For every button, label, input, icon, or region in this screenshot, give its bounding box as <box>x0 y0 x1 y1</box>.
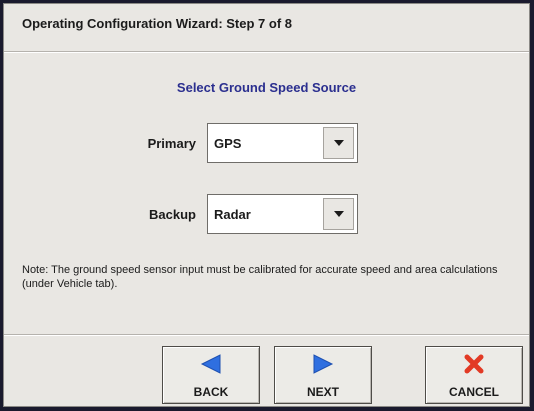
chevron-down-icon[interactable] <box>323 127 354 159</box>
calibration-note: Note: The ground speed sensor input must… <box>22 264 498 290</box>
primary-label: Primary <box>147 136 196 151</box>
chevron-down-icon[interactable] <box>323 198 354 230</box>
next-button[interactable]: NEXT <box>274 346 372 404</box>
window-title: Operating Configuration Wizard: Step 7 o… <box>22 16 292 31</box>
backup-source-row: Backup Radar <box>4 194 529 236</box>
next-button-label: NEXT <box>306 385 339 399</box>
left-arrow-icon <box>163 353 259 380</box>
primary-source-value: GPS <box>214 136 242 151</box>
cancel-button-label: CANCEL <box>449 385 499 399</box>
section-heading: Select Ground Speed Source <box>176 80 357 95</box>
red-x-icon <box>426 353 522 380</box>
back-button[interactable]: BACK <box>162 346 260 404</box>
primary-source-dropdown[interactable]: GPS <box>207 123 358 163</box>
right-arrow-icon <box>275 353 371 380</box>
button-bar-divider <box>4 334 529 336</box>
primary-source-row: Primary GPS <box>4 123 529 165</box>
title-divider <box>4 51 529 53</box>
cancel-button[interactable]: CANCEL <box>425 346 523 404</box>
wizard-window: Operating Configuration Wizard: Step 7 o… <box>3 3 530 407</box>
backup-source-value: Radar <box>214 207 251 222</box>
back-button-label: BACK <box>193 385 229 399</box>
backup-label: Backup <box>149 207 196 222</box>
backup-source-dropdown[interactable]: Radar <box>207 194 358 234</box>
